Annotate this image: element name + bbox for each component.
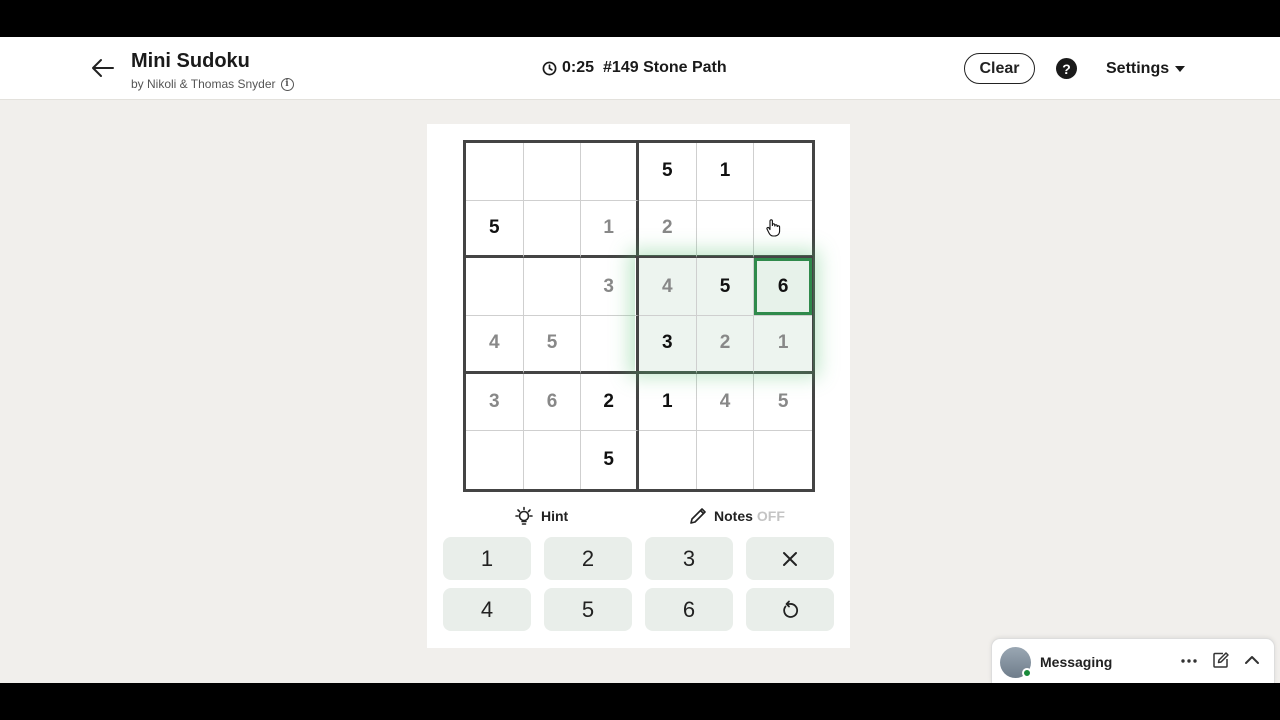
clock-icon [542,61,557,75]
sudoku-cell[interactable] [754,143,812,201]
sudoku-cell[interactable]: 4 [639,258,697,316]
compose-icon[interactable] [1211,650,1231,670]
caret-down-icon [1175,66,1186,72]
sudoku-cell[interactable] [696,200,755,259]
puzzle-id: #149 Stone Path [603,59,727,76]
sudoku-cell[interactable]: 2 [639,200,697,259]
sudoku-cell[interactable] [523,258,582,316]
game-card: 515123456453213621455 Hint Notes OFF 123… [427,124,850,648]
sudoku-cell[interactable] [581,143,639,201]
sudoku-cell[interactable] [523,143,582,201]
byline-text: by Nikoli & Thomas Snyder [131,77,276,91]
number-key-5[interactable]: 5 [544,588,632,631]
chevron-up-icon[interactable] [1242,650,1262,670]
sudoku-cell[interactable]: 2 [581,373,639,432]
sudoku-cell[interactable]: 1 [639,373,697,432]
notes-toggle[interactable]: Notes OFF [688,506,785,526]
sudoku-cell[interactable] [466,143,524,201]
sudoku-cell[interactable]: 5 [639,143,697,201]
clear-button[interactable]: Clear [964,53,1035,84]
sudoku-cell[interactable]: 5 [581,431,639,489]
app-window: Mini Sudoku by Nikoli & Thomas Snyder i … [0,37,1280,683]
sudoku-cell[interactable]: 3 [581,258,639,316]
number-key-3[interactable]: 3 [645,537,733,580]
hint-button[interactable]: Hint [513,506,568,526]
erase-icon[interactable] [746,537,834,580]
game-title: Mini Sudoku [131,50,250,72]
sudoku-cell[interactable] [466,431,524,489]
puzzle-info: 0:25 #149 Stone Path [542,59,727,77]
sudoku-grid: 515123456453213621455 [463,140,815,492]
sudoku-cell[interactable] [639,431,697,489]
sudoku-cell[interactable] [524,431,582,489]
sudoku-cell[interactable]: 1 [696,143,755,201]
controls-row: Hint Notes OFF [427,506,850,528]
notes-label: Notes [714,508,753,524]
settings-label: Settings [1106,60,1170,77]
help-icon[interactable]: ? [1056,58,1077,79]
number-keypad: 123 456 [443,537,835,631]
info-icon[interactable]: i [280,77,294,91]
number-key-1[interactable]: 1 [443,537,531,580]
back-arrow-icon[interactable] [90,55,116,81]
sudoku-cell[interactable]: 6 [523,373,582,432]
sudoku-cell[interactable]: 3 [466,373,524,432]
sudoku-cell[interactable]: 5 [523,316,582,374]
sudoku-cell[interactable] [754,431,812,489]
online-status-dot [1022,668,1032,678]
number-key-4[interactable]: 4 [443,588,531,631]
sudoku-cell[interactable]: 1 [754,316,812,374]
settings-button[interactable]: Settings [1106,60,1186,78]
sudoku-cell[interactable]: 1 [581,200,639,259]
sudoku-cell[interactable] [754,201,812,259]
more-options-icon[interactable] [1177,649,1201,673]
sudoku-cell[interactable] [466,258,524,316]
lightbulb-icon [515,506,533,525]
hint-label: Hint [541,508,569,524]
sudoku-cell[interactable]: 4 [466,316,524,374]
byline: by Nikoli & Thomas Snyder i [131,77,294,91]
sudoku-cell[interactable]: 2 [696,316,755,374]
sudoku-cell[interactable]: 3 [639,316,697,374]
sudoku-cell[interactable] [697,431,755,489]
number-key-2[interactable]: 2 [544,537,632,580]
messaging-bar[interactable]: Messaging [991,638,1275,683]
number-key-6[interactable]: 6 [645,588,733,631]
sudoku-cell[interactable] [581,316,639,374]
notes-state: OFF [756,508,785,524]
sudoku-cell[interactable]: 6 [754,258,812,316]
sudoku-cell[interactable]: 5 [696,258,755,316]
sudoku-cell[interactable]: 5 [754,374,812,432]
sudoku-cell[interactable]: 5 [466,200,524,259]
sudoku-cell[interactable] [523,200,582,259]
sudoku-cell[interactable]: 4 [696,373,755,432]
undo-icon[interactable] [746,588,834,631]
header-bar: Mini Sudoku by Nikoli & Thomas Snyder i … [0,37,1280,100]
timer: 0:25 [562,59,595,76]
pencil-icon [690,508,706,524]
messaging-label: Messaging [1040,654,1113,670]
